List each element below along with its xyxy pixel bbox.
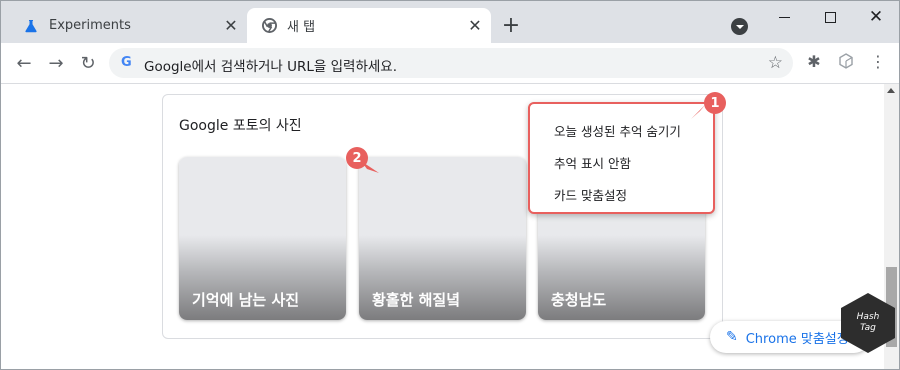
annotation-pointer-2 bbox=[361, 161, 379, 173]
browser-window: Experiments ✕ 새 탭 ✕ + ✕ ← → ↻ G Google에서… bbox=[0, 0, 900, 370]
card-title: Google 포토의 사진 bbox=[179, 118, 302, 134]
extensions-icon[interactable]: ✱ bbox=[804, 51, 824, 71]
maximize-button[interactable] bbox=[819, 7, 841, 27]
photo-label: 황홀한 해질녘 bbox=[372, 291, 461, 309]
forward-button[interactable]: → bbox=[45, 52, 67, 74]
omnibox-placeholder[interactable]: Google에서 검색하거나 URL을 입력하세요. bbox=[144, 55, 397, 75]
annotation-pointer-1 bbox=[691, 105, 705, 119]
tab-experiments[interactable]: Experiments ✕ bbox=[9, 8, 247, 43]
customize-label: Chrome 맞춤설정 bbox=[745, 331, 849, 347]
menu-item-dont-show[interactable]: 추억 표시 안함 bbox=[554, 153, 631, 172]
close-icon[interactable]: ✕ bbox=[465, 16, 485, 36]
toolbar: ← → ↻ G Google에서 검색하거나 URL을 입력하세요. ☆ bbox=[1, 43, 899, 84]
photo-tile[interactable]: 기억에 남는 사진 bbox=[179, 157, 346, 320]
maximize-icon bbox=[824, 11, 836, 23]
chrome-icon bbox=[261, 18, 277, 34]
close-icon[interactable]: ✕ bbox=[221, 16, 241, 36]
menu-item-hide-today[interactable]: 오늘 생성된 추억 숨기기 bbox=[554, 121, 681, 140]
card-context-menu: 오늘 생성된 추억 숨기기 추억 표시 안함 카드 맞춤설정 bbox=[528, 102, 715, 214]
back-button[interactable]: ← bbox=[13, 52, 35, 74]
new-tab-page: Google 포토의 사진 기억에 남는 사진 황홀한 해질녘 충청남도 ✎ C… bbox=[1, 84, 899, 369]
minimize-button[interactable] bbox=[773, 7, 795, 27]
scroll-up-arrow-icon[interactable] bbox=[887, 88, 895, 93]
flask-icon bbox=[23, 18, 39, 34]
window-close-button[interactable]: ✕ bbox=[865, 7, 887, 27]
logo-text: Hash bbox=[856, 312, 880, 322]
tab-strip: Experiments ✕ 새 탭 ✕ + ✕ bbox=[1, 1, 899, 43]
photo-label: 기억에 남는 사진 bbox=[192, 291, 300, 309]
pencil-icon: ✎ bbox=[726, 329, 738, 345]
new-tab-button[interactable]: + bbox=[499, 15, 523, 39]
minimize-icon bbox=[778, 16, 790, 18]
profile-icon[interactable] bbox=[836, 51, 856, 71]
tab-search-icon[interactable] bbox=[731, 18, 748, 35]
tab-title: Experiments bbox=[49, 18, 131, 33]
annotation-badge-1: 1 bbox=[704, 92, 726, 114]
omnibox[interactable]: G Google에서 검색하거나 URL을 입력하세요. ☆ bbox=[109, 48, 793, 78]
photo-label: 충청남도 bbox=[551, 291, 607, 309]
bookmark-star-icon[interactable]: ☆ bbox=[768, 53, 783, 73]
menu-item-customize-cards[interactable]: 카드 맞춤설정 bbox=[554, 185, 627, 204]
photo-tile[interactable]: 황홀한 해질녘 bbox=[359, 157, 526, 320]
chrome-menu-icon[interactable]: ⋮ bbox=[868, 51, 888, 71]
google-icon: G bbox=[121, 55, 132, 70]
tab-title: 새 탭 bbox=[287, 20, 316, 35]
reload-button[interactable]: ↻ bbox=[77, 52, 99, 74]
tab-new-tab[interactable]: 새 탭 ✕ bbox=[247, 8, 491, 43]
logo-text: Tag bbox=[860, 323, 876, 333]
